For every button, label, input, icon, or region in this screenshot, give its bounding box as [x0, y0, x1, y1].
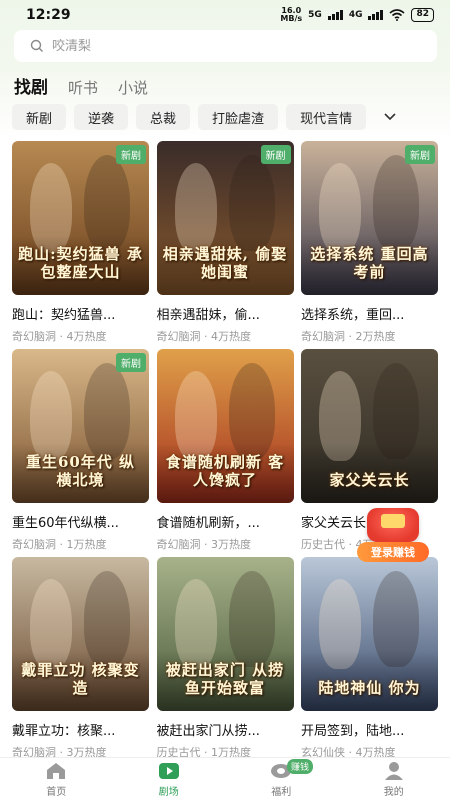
drama-title: 选择系统，重回...: [301, 308, 405, 323]
tab-audiobook[interactable]: 听书: [68, 77, 98, 98]
drama-card[interactable]: 被赶出家门 从捞鱼开始致富 被赶出家门从捞... 历史古代 · 1万热度: [156, 557, 294, 765]
search-input[interactable]: [52, 38, 392, 54]
network-speed: 16.0 MB/s: [280, 7, 302, 23]
new-drama-badge: 新剧: [405, 145, 435, 164]
cover-title-text: 陆地神仙 你为: [318, 679, 421, 697]
drama-title: 食谱随机刷新，...: [156, 516, 260, 531]
drama-cover-image: 相亲遇甜妹, 偷娶她闺蜜 新剧: [156, 141, 294, 295]
drama-meta: 奇幻脑洞 · 1万热度: [12, 538, 107, 551]
net-4g-label: 4G: [348, 10, 363, 20]
login-reward-widget[interactable]: 登录赚钱: [357, 508, 429, 564]
tab-find-drama[interactable]: 找剧: [14, 73, 48, 98]
cover-title-text: 相亲遇甜妹, 偷娶她闺蜜: [162, 245, 288, 281]
new-drama-badge: 新剧: [116, 353, 146, 372]
genre-chip-revenge[interactable]: 打脸虐渣: [198, 104, 279, 130]
drama-title: 被赶出家门从捞...: [156, 724, 260, 739]
status-indicators: 16.0 MB/s 5G 4G 82: [280, 7, 434, 23]
cover-title-text: 重生60年代 纵横北境: [25, 453, 136, 489]
drama-cover-image: 陆地神仙 你为: [301, 557, 438, 711]
cover-title-text: 跑山:契约猛兽 承包整座大山: [18, 245, 143, 281]
main-tabs: 找剧 听书 小说: [14, 70, 148, 98]
nav-theater-label: 剧场: [158, 786, 179, 798]
play-icon: [158, 762, 179, 779]
signal-4g-icon: [368, 10, 384, 20]
user-icon: [384, 761, 403, 780]
drama-title: 重生60年代纵横...: [12, 516, 119, 531]
genre-chip-modern-romance[interactable]: 现代言情: [286, 104, 367, 130]
drama-card[interactable]: 食谱随机刷新 客人馋疯了食谱随机刷新，... 奇幻脑洞 · 3万热度: [156, 349, 294, 557]
drama-meta: 奇幻脑洞 · 4万热度: [156, 330, 252, 343]
genre-chip-ceo[interactable]: 总裁: [136, 104, 191, 130]
genre-chip-new[interactable]: 新剧: [12, 104, 67, 130]
bottom-nav: 首页 剧场 福利 赚钱 我的: [0, 757, 450, 800]
cover-title-text: 食谱随机刷新 客人馋疯了: [165, 453, 285, 489]
drama-card[interactable]: 重生60年代 纵横北境 新剧重生60年代纵横... 奇幻脑洞 · 1万热度: [12, 349, 149, 557]
drama-card[interactable]: 跑山:契约猛兽 承包整座大山 新剧跑山：契约猛兽... 奇幻脑洞 · 4万热度: [12, 141, 149, 349]
nav-welfare-badge: 赚钱: [287, 759, 314, 774]
drama-card[interactable]: 陆地神仙 你为 开局签到，陆地... 玄幻仙侠 · 4万热度: [301, 557, 438, 765]
drama-cover-image: 选择系统 重回高考前 新剧: [301, 141, 438, 295]
genre-expand-button[interactable]: [380, 104, 400, 130]
search-bar[interactable]: [14, 30, 437, 62]
nav-welfare[interactable]: 福利 赚钱: [225, 758, 338, 800]
drama-title: 开局签到，陆地...: [301, 724, 405, 739]
nav-profile-label: 我的: [383, 786, 404, 798]
battery-icon: 82: [411, 8, 434, 22]
cover-title-text: 选择系统 重回高考前: [310, 245, 429, 281]
drama-cover-image: 食谱随机刷新 客人馋疯了: [156, 349, 294, 503]
drama-cover-image: 戴罪立功 核聚变造: [12, 557, 149, 711]
home-icon: [47, 762, 66, 779]
status-time: 12:29: [26, 7, 71, 23]
search-icon: [30, 39, 43, 52]
drama-cover-image: 重生60年代 纵横北境 新剧: [12, 349, 149, 503]
cover-title-text: 戴罪立功 核聚变造: [21, 661, 140, 697]
new-drama-badge: 新剧: [116, 145, 146, 164]
genre-chip-comeback[interactable]: 逆袭: [74, 104, 129, 130]
drama-title: 相亲遇甜妹，偷...: [156, 308, 260, 323]
new-drama-badge: 新剧: [260, 145, 291, 164]
nav-theater[interactable]: 剧场: [113, 758, 226, 800]
drama-cover-image: 跑山:契约猛兽 承包整座大山 新剧: [12, 141, 149, 295]
login-reward-label: 登录赚钱: [357, 542, 429, 562]
drama-title: 戴罪立功：核聚...: [12, 724, 116, 739]
drama-meta: 奇幻脑洞 · 4万热度: [12, 330, 107, 343]
drama-meta: 奇幻脑洞 · 3万热度: [156, 538, 252, 551]
cover-title-text: 被赶出家门 从捞鱼开始致富: [165, 661, 285, 697]
wifi-icon: [389, 9, 405, 21]
drama-card[interactable]: 相亲遇甜妹, 偷娶她闺蜜 新剧相亲遇甜妹，偷... 奇幻脑洞 · 4万热度: [156, 141, 294, 349]
net-5g-label: 5G: [308, 10, 322, 20]
drama-card[interactable]: 选择系统 重回高考前 新剧选择系统，重回... 奇幻脑洞 · 2万热度: [301, 141, 438, 349]
red-envelope-icon: [367, 508, 419, 542]
drama-cover-image: 家父关云长: [301, 349, 438, 503]
drama-meta: 奇幻脑洞 · 2万热度: [301, 330, 396, 343]
tab-novel[interactable]: 小说: [118, 77, 148, 98]
drama-title: 跑山：契约猛兽...: [12, 308, 116, 323]
network-speed-unit: MB/s: [280, 14, 303, 23]
status-bar: 12:29 16.0 MB/s 5G 4G 82: [0, 0, 450, 30]
nav-home-label: 首页: [46, 786, 67, 798]
signal-5g-icon: [327, 10, 343, 20]
drama-cover-image: 被赶出家门 从捞鱼开始致富: [156, 557, 294, 711]
nav-profile[interactable]: 我的: [338, 758, 450, 800]
nav-home[interactable]: 首页: [0, 758, 113, 800]
drama-grid: 跑山:契约猛兽 承包整座大山 新剧 跑山：契约猛兽... 奇幻脑洞 · 4万热度 相亲遇…: [12, 141, 438, 765]
drama-card[interactable]: 戴罪立功 核聚变造 戴罪立功：核聚... 奇幻脑洞 · 3万热度: [12, 557, 149, 765]
cover-title-text: 家父关云长: [329, 471, 410, 489]
genre-filter-bar: 新剧 逆袭 总裁 打脸虐渣 现代言情: [12, 104, 438, 130]
nav-welfare-label: 福利: [271, 786, 292, 798]
chevron-down-icon: [384, 113, 396, 121]
